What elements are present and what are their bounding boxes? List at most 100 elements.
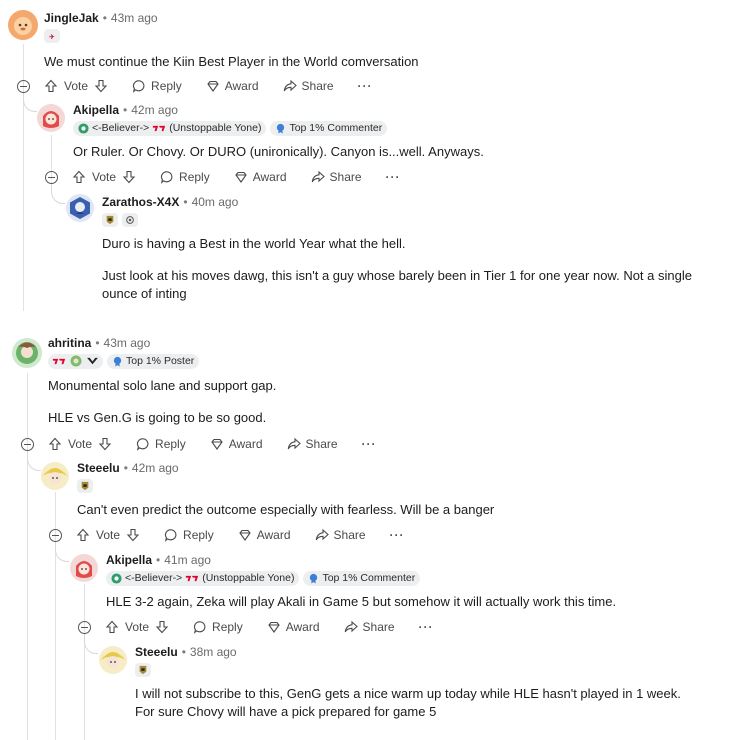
reply-button[interactable]: Reply (164, 528, 214, 542)
comment-time[interactable]: 42m ago (132, 461, 179, 475)
svg-text:✈: ✈ (49, 33, 55, 41)
downvote-button[interactable] (98, 437, 112, 451)
avatar[interactable] (70, 554, 98, 582)
collapse-thread-button[interactable] (45, 170, 58, 184)
geng-flair-icon (102, 213, 118, 227)
comment: Zarathos-X4X • 40m ago Duro is having a … (102, 193, 732, 303)
share-button[interactable]: Share (344, 620, 395, 634)
comment-actions: Vote Reply Award Share ··· (78, 617, 434, 637)
avatar[interactable] (12, 338, 42, 368)
separator-dot: • (95, 336, 100, 350)
vote-count: Vote (92, 170, 117, 184)
comment-body: Can't even predict the outcome especiall… (77, 502, 495, 517)
share-icon (283, 79, 297, 92)
vote-count: Vote (64, 79, 89, 93)
thread-line[interactable] (84, 584, 85, 740)
avatar[interactable] (41, 462, 69, 490)
share-button[interactable]: Share (287, 437, 338, 451)
reply-button[interactable]: Reply (193, 620, 243, 634)
collapse-thread-button[interactable] (21, 437, 34, 451)
comment-author[interactable]: Steeelu (135, 645, 178, 659)
comment-author[interactable]: Akipella (106, 553, 152, 567)
upvote-button[interactable] (72, 170, 86, 184)
top-poster-badge: Top 1% Poster (107, 353, 200, 369)
comment: Steeelu • 38m ago I will not subscribe t… (135, 643, 740, 721)
comment-author[interactable]: ahritina (48, 336, 91, 350)
top-commenter-badge: Top 1% Commenter (270, 120, 388, 136)
reply-label: Reply (183, 528, 214, 542)
more-options-button[interactable]: ··· (386, 170, 401, 184)
upvote-icon (76, 528, 90, 542)
downvote-button[interactable] (122, 170, 136, 184)
thread-line[interactable] (27, 373, 28, 740)
avatar[interactable] (8, 10, 38, 40)
collapse-thread-button[interactable] (78, 620, 91, 634)
reply-label: Reply (151, 79, 182, 93)
more-options-button[interactable]: ··· (362, 437, 377, 451)
comment-time[interactable]: 40m ago (192, 195, 239, 209)
top-commenter-badge: Top 1% Commenter (303, 570, 421, 586)
avatar[interactable] (99, 646, 127, 674)
avatar[interactable] (37, 104, 65, 132)
user-flairs: ✈ (44, 28, 734, 44)
award-button[interactable]: Award (210, 437, 263, 451)
downvote-button[interactable] (155, 620, 169, 634)
thread-connector (27, 451, 41, 471)
share-icon (287, 437, 301, 450)
comment-time[interactable]: 43m ago (104, 336, 151, 350)
comment-actions: Vote Reply Award Share ··· (21, 434, 377, 454)
more-options-button[interactable]: ··· (419, 620, 434, 634)
reply-button[interactable]: Reply (136, 437, 186, 451)
share-icon (315, 528, 329, 541)
upvote-button[interactable] (105, 620, 119, 634)
comment-body: We must continue the Kiin Best Player in… (44, 54, 419, 69)
award-label: Award (224, 79, 259, 93)
upvote-icon (48, 437, 62, 451)
share-button[interactable]: Share (311, 170, 362, 184)
upvote-button[interactable] (44, 79, 58, 93)
more-options-button[interactable]: ··· (358, 79, 373, 93)
t1-logo-icon (153, 125, 166, 131)
downvote-button[interactable] (94, 79, 108, 93)
award-button[interactable]: Award (206, 79, 259, 93)
t1-logo-icon (186, 575, 199, 581)
team-wing-icon (87, 357, 98, 364)
share-button[interactable]: Share (315, 528, 366, 542)
thread-connector (84, 634, 98, 654)
more-options-button[interactable]: ··· (390, 528, 405, 542)
upvote-icon (105, 620, 119, 634)
share-label: Share (333, 528, 366, 542)
collapse-thread-button[interactable] (49, 528, 62, 542)
reply-button[interactable]: Reply (132, 79, 182, 93)
comment-author[interactable]: JingleJak (44, 11, 99, 25)
top-badge-icon (310, 573, 318, 584)
comment-icon (164, 529, 177, 542)
avatar[interactable] (66, 194, 94, 222)
award-label: Award (256, 528, 291, 542)
comment-time[interactable]: 42m ago (131, 103, 178, 117)
share-button[interactable]: Share (283, 79, 334, 93)
top-badge-icon (277, 123, 285, 134)
upvote-button[interactable] (48, 437, 62, 451)
comment-actions: Vote Reply Award Share ··· (45, 167, 401, 187)
geng-flair-icon (77, 479, 93, 493)
comment-time[interactable]: 38m ago (190, 645, 237, 659)
comment-time[interactable]: 43m ago (111, 11, 158, 25)
downvote-button[interactable] (126, 528, 140, 542)
award-button[interactable]: Award (267, 620, 320, 634)
collapse-thread-button[interactable] (17, 79, 30, 93)
vote-count: Vote (68, 437, 93, 451)
comment-author[interactable]: Steeelu (77, 461, 120, 475)
reply-button[interactable]: Reply (160, 170, 210, 184)
comment-author[interactable]: Zarathos-X4X (102, 195, 179, 209)
award-button[interactable]: Award (234, 170, 287, 184)
user-flair: <-Believer-> (Unstoppable Yone) (73, 120, 267, 136)
upvote-button[interactable] (76, 528, 90, 542)
award-button[interactable]: Award (238, 528, 291, 542)
comment: ahritina • 43m ago Top 1% Poster Monumen… (48, 334, 738, 427)
downvote-icon (155, 620, 169, 634)
award-icon (268, 621, 280, 633)
comment-author[interactable]: Akipella (73, 103, 119, 117)
separator-dot: • (181, 645, 186, 659)
comment-time[interactable]: 41m ago (164, 553, 211, 567)
